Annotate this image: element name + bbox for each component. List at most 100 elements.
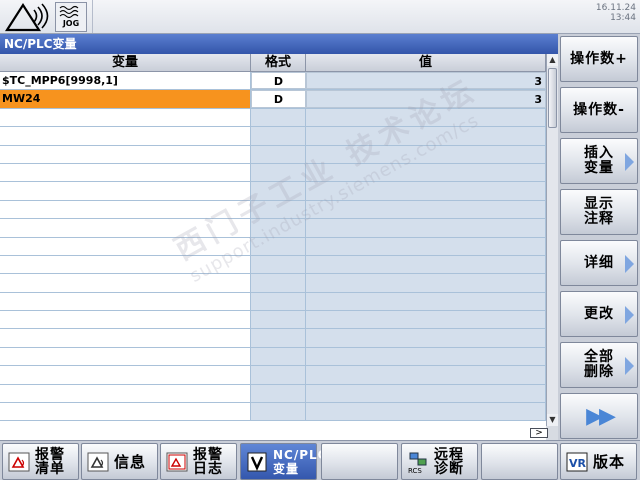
cell-value[interactable]: [306, 219, 546, 237]
cell-format[interactable]: [251, 403, 306, 421]
cell-variable[interactable]: [0, 163, 251, 182]
cell-variable[interactable]: [0, 200, 251, 219]
horizontal-softkey-bar: 报警 清单 信息 报警 日志 NC/PLC 变量 RCS 远程 诊断 VR 版本: [0, 440, 640, 480]
cell-format[interactable]: [251, 329, 306, 347]
cell-variable[interactable]: [0, 329, 251, 347]
cell-value[interactable]: [306, 145, 546, 163]
cell-value[interactable]: [306, 347, 546, 366]
table-row[interactable]: [0, 219, 546, 238]
cell-variable[interactable]: [0, 108, 251, 127]
cell-value[interactable]: [306, 329, 546, 347]
cell-format[interactable]: [251, 274, 306, 292]
cell-value[interactable]: [306, 403, 546, 421]
vertical-scrollbar[interactable]: ▲ ▼: [546, 54, 558, 426]
table-row[interactable]: [0, 311, 546, 330]
cell-value[interactable]: [306, 200, 546, 219]
delete-all-button[interactable]: 全部 删除: [560, 342, 638, 388]
cell-variable[interactable]: [0, 237, 251, 255]
empty-softkey[interactable]: [481, 443, 558, 480]
cell-value[interactable]: [306, 108, 546, 127]
cell-format[interactable]: [251, 219, 306, 237]
cell-variable[interactable]: [0, 347, 251, 366]
next-page-button[interactable]: ▶▶: [560, 393, 638, 439]
details-button[interactable]: 详细: [560, 240, 638, 286]
table-row[interactable]: [0, 292, 546, 312]
cell-format[interactable]: [251, 366, 306, 384]
cell-value[interactable]: [306, 292, 546, 311]
show-comment-button[interactable]: 显示 注释: [560, 189, 638, 235]
scroll-thumb[interactable]: [548, 68, 557, 128]
table-row[interactable]: [0, 200, 546, 220]
cell-format[interactable]: D: [251, 90, 306, 108]
table-row[interactable]: [0, 366, 546, 385]
cell-value[interactable]: [306, 384, 546, 403]
cell-variable[interactable]: $TC_MPP6[9998,1]: [0, 72, 251, 90]
table-row[interactable]: [0, 347, 546, 367]
cell-value[interactable]: [306, 311, 546, 329]
cell-variable[interactable]: [0, 182, 251, 200]
cell-value[interactable]: [306, 366, 546, 384]
alarm-log-button[interactable]: 报警 日志: [160, 443, 237, 480]
change-button[interactable]: 更改: [560, 291, 638, 337]
table-row[interactable]: [0, 237, 546, 256]
alarm-list-button[interactable]: 报警 清单: [2, 443, 79, 480]
cell-value[interactable]: [306, 274, 546, 292]
cell-format[interactable]: [251, 237, 306, 255]
cell-format[interactable]: [251, 384, 306, 403]
scroll-right-button[interactable]: >: [530, 428, 548, 438]
cell-format[interactable]: [251, 292, 306, 311]
cell-format[interactable]: [251, 200, 306, 219]
cell-format[interactable]: [251, 108, 306, 127]
table-row[interactable]: $TC_MPP6[9998,1] D 3: [0, 72, 546, 91]
insert-variable-button[interactable]: 插入 变量: [560, 138, 638, 184]
cell-value[interactable]: 3: [306, 72, 546, 90]
table-row[interactable]: [0, 384, 546, 404]
cell-value[interactable]: 3: [306, 90, 546, 108]
table-row[interactable]: MW24 D 3: [0, 90, 546, 109]
cell-format[interactable]: [251, 255, 306, 274]
messages-button[interactable]: 信息: [81, 443, 158, 480]
cell-variable[interactable]: MW24: [0, 90, 251, 108]
table-row[interactable]: [0, 182, 546, 201]
cell-variable[interactable]: [0, 219, 251, 237]
cell-format[interactable]: [251, 127, 306, 145]
cell-variable[interactable]: [0, 292, 251, 311]
operand-minus-button[interactable]: 操作数-: [560, 87, 638, 133]
cell-value[interactable]: [306, 127, 546, 145]
cell-format[interactable]: D: [251, 72, 306, 90]
table-row[interactable]: [0, 403, 546, 422]
table-row[interactable]: [0, 127, 546, 146]
cell-variable[interactable]: [0, 384, 251, 403]
cell-format[interactable]: [251, 311, 306, 329]
cell-variable[interactable]: [0, 403, 251, 421]
cell-format[interactable]: [251, 145, 306, 163]
remote-diagnosis-button[interactable]: RCS 远程 诊断: [401, 443, 478, 480]
cell-format[interactable]: [251, 182, 306, 200]
cell-variable[interactable]: [0, 145, 251, 163]
cell-variable[interactable]: [0, 255, 251, 274]
operand-plus-button[interactable]: 操作数+: [560, 36, 638, 82]
nc-plc-variables-button[interactable]: NC/PLC 变量: [240, 443, 326, 480]
table-row[interactable]: [0, 274, 546, 293]
cell-format[interactable]: [251, 347, 306, 366]
scroll-down-icon[interactable]: ▼: [547, 414, 558, 426]
cell-value[interactable]: [306, 163, 546, 182]
cell-format[interactable]: [251, 163, 306, 182]
table-row[interactable]: [0, 329, 546, 348]
table-row[interactable]: [0, 145, 546, 164]
table-row[interactable]: [0, 255, 546, 275]
cell-variable[interactable]: [0, 366, 251, 384]
table-row[interactable]: [0, 163, 546, 183]
cell-value[interactable]: [306, 237, 546, 255]
variable-icon: [245, 450, 269, 474]
empty-softkey[interactable]: [321, 443, 398, 480]
cell-variable[interactable]: [0, 311, 251, 329]
table-row[interactable]: [0, 108, 546, 128]
cell-value[interactable]: [306, 182, 546, 200]
cell-value[interactable]: [306, 255, 546, 274]
version-button[interactable]: VR 版本: [560, 443, 637, 480]
cell-variable[interactable]: [0, 127, 251, 145]
cell-variable[interactable]: [0, 274, 251, 292]
scroll-up-icon[interactable]: ▲: [547, 54, 558, 66]
alarm-list-icon: [7, 450, 31, 474]
